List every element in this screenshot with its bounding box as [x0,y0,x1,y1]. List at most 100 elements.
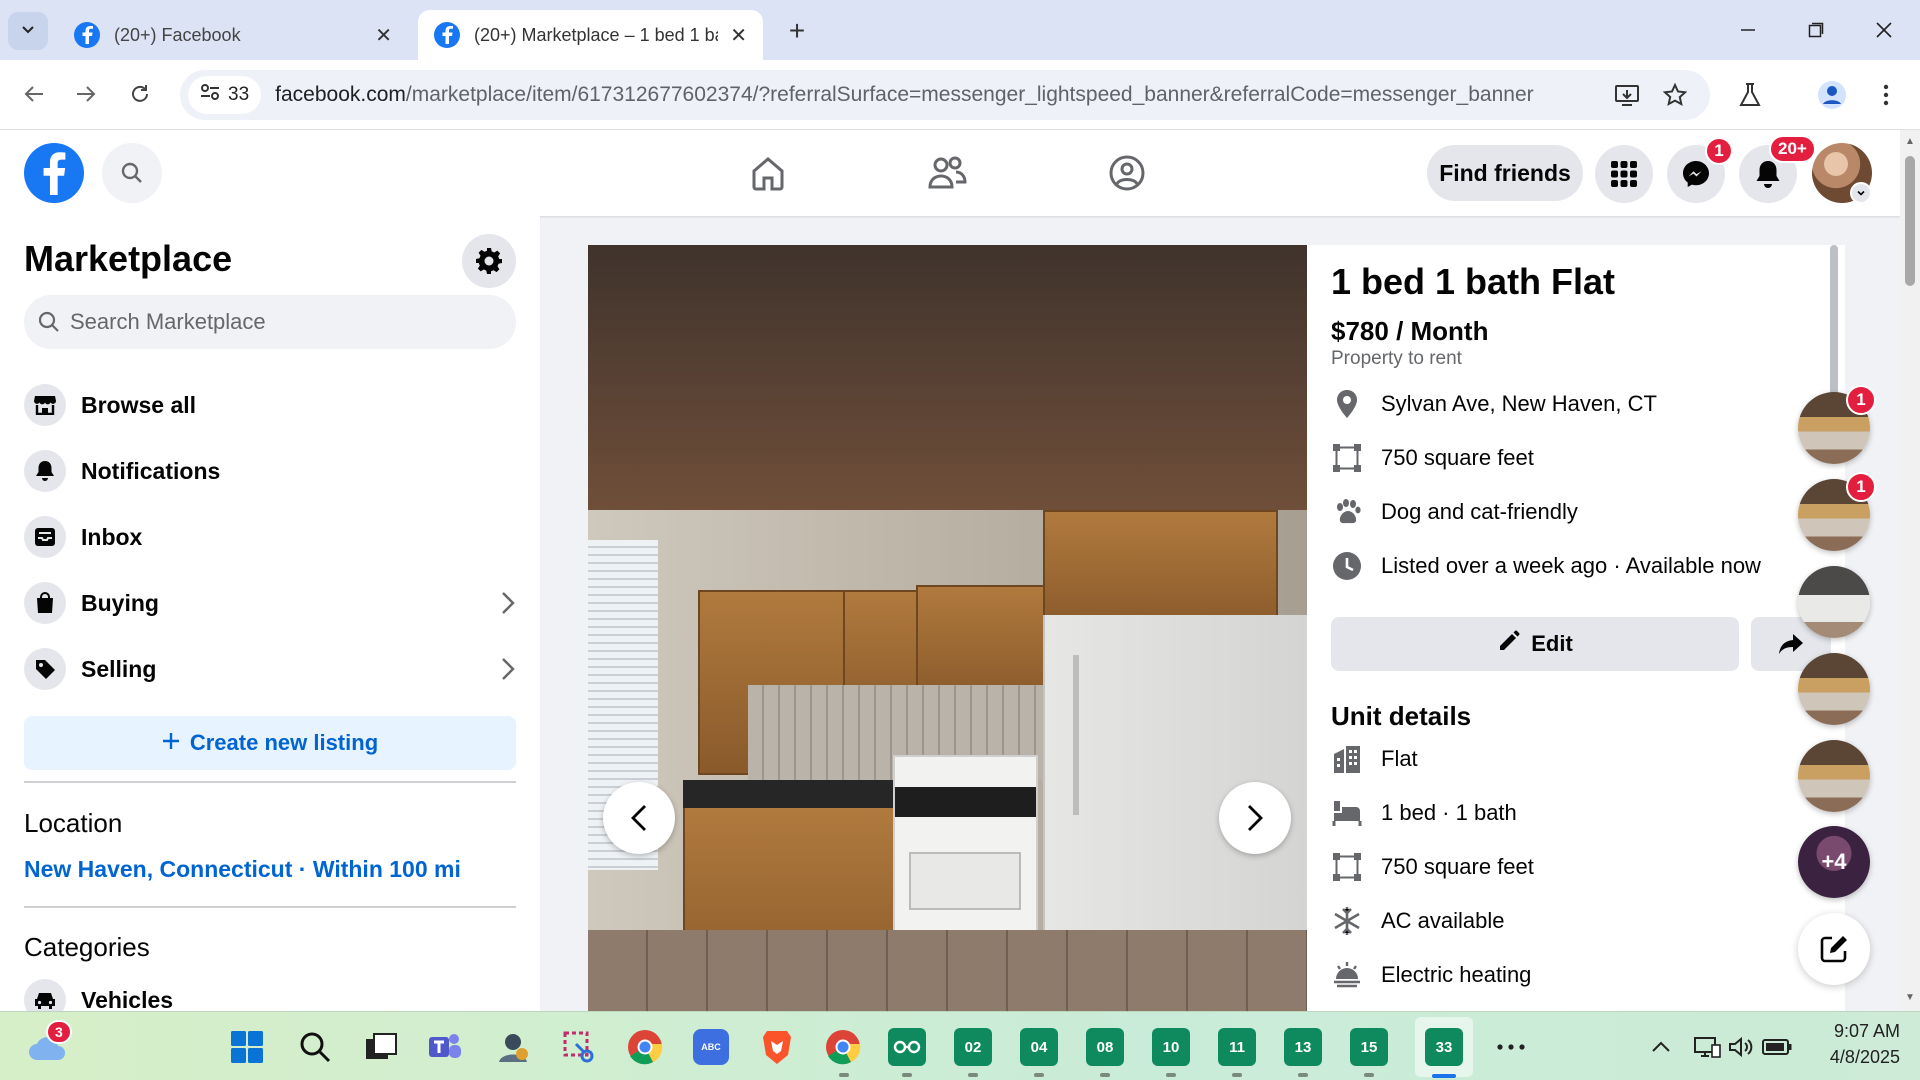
browser-toolbar: 33 facebook.com/marketplace/item/6173126… [0,60,1920,130]
taskbar-tile-08[interactable]: 08 [1084,1026,1126,1068]
taskbar-tile-10[interactable]: 10 [1150,1026,1192,1068]
forward-button[interactable] [66,74,106,114]
glasses-app-icon[interactable] [886,1026,928,1068]
previous-photo-button[interactable] [603,782,675,854]
taskbar-tile-02[interactable]: 02 [952,1026,994,1068]
unit-detail-area: 750 square feet [1331,847,1534,887]
scrollbar-thumb[interactable] [1905,156,1915,286]
show-hidden-icons-chevron-icon[interactable] [1640,1026,1682,1068]
address-bar[interactable]: 33 facebook.com/marketplace/item/6173126… [180,70,1710,120]
search-icon [121,162,142,183]
listing-photo[interactable] [588,245,1307,1011]
taskbar-tile-04[interactable]: 04 [1018,1026,1060,1068]
system-clock[interactable]: 9:07 AM 4/8/2025 [1800,1018,1900,1070]
create-new-listing-button[interactable]: Create new listing [24,716,516,770]
tag-icon [24,648,66,690]
sidebar-item-label: Buying [81,589,159,616]
sidebar-item-selling[interactable]: Selling [24,640,516,698]
reload-button[interactable] [120,74,160,114]
search-marketplace-input[interactable]: Search Marketplace [24,295,516,349]
install-app-icon[interactable] [1610,78,1644,112]
brave-browser-icon[interactable] [756,1026,798,1068]
photo-floor [588,930,1307,1011]
notifications-badge: 20+ [1769,135,1816,163]
battery-icon[interactable] [1756,1026,1798,1068]
start-button[interactable] [226,1026,268,1068]
account-chevron-icon[interactable] [1850,182,1872,204]
divider [24,906,516,908]
task-view-icon[interactable] [360,1026,402,1068]
chevron-down-icon [20,21,36,42]
chrome-profile-icon[interactable] [822,1026,864,1068]
listing-details-panel: 1 bed 1 bath Flat $780 / Month Property … [1307,245,1845,1011]
browser-tab-facebook[interactable]: (20+) Facebook ✕ [58,10,408,60]
teams-icon[interactable] [424,1026,466,1068]
chat-head-thumbnail [1798,740,1870,812]
scroll-up-icon[interactable]: ▲ [1905,136,1915,147]
taskbar-tile-15[interactable]: 15 [1348,1026,1390,1068]
category-label: Vehicles [81,986,174,1012]
new-tab-button[interactable]: + [780,14,814,48]
sidebar-item-browse-all[interactable]: Browse all [24,376,516,434]
chat-head[interactable] [1798,740,1870,812]
facebook-top-nav: Find friends 1 20+ [0,130,1900,216]
close-tab-icon[interactable]: ✕ [375,23,392,48]
site-info-button[interactable]: 33 [188,76,262,114]
chat-head[interactable] [1798,566,1870,638]
close-window-button[interactable] [1854,10,1914,50]
url-text[interactable]: facebook.com/marketplace/item/6173126776… [275,83,1533,107]
browser-menu-icon[interactable] [1866,75,1906,115]
taskbar-search-icon[interactable] [294,1026,336,1068]
find-friends-button[interactable]: Find friends [1427,145,1583,201]
proxy-app-icon[interactable]: ABC [690,1026,732,1068]
fact-text: Listed over a week ago · Available now [1381,553,1761,578]
home-nav-icon[interactable] [743,148,793,198]
taskbar-overflow-icon[interactable] [1490,1026,1532,1068]
back-button[interactable] [14,74,54,114]
next-photo-button[interactable] [1219,782,1291,854]
sidebar-item-label: Inbox [81,523,143,550]
new-message-button[interactable] [1798,913,1870,985]
taskbar-tile-11[interactable]: 11 [1216,1026,1258,1068]
marketplace-settings-button[interactable] [462,234,516,288]
chevron-right-icon [500,590,516,622]
groups-nav-icon[interactable] [1102,148,1152,198]
sidebar-item-buying[interactable]: Buying [24,574,516,632]
scroll-down-icon[interactable]: ▼ [1905,992,1915,1003]
car-icon [24,979,66,1011]
running-indicator [1364,1073,1374,1077]
weather-widget-icon[interactable]: 3 [26,1020,72,1068]
taskbar-tile-13[interactable]: 13 [1282,1026,1324,1068]
menu-grid-button[interactable] [1595,145,1653,203]
details-scrollbar[interactable] [1830,245,1838,395]
listing-type: Property to rent [1331,348,1462,369]
vpn-app-icon[interactable] [492,1026,534,1068]
messenger-button[interactable]: 1 [1667,137,1733,203]
taskbar-tile-33[interactable]: 33 [1423,1026,1465,1068]
profile-icon[interactable] [1812,75,1852,115]
chrome-icon[interactable] [624,1026,666,1068]
bookmark-star-icon[interactable] [1658,78,1692,112]
running-indicator [839,1073,849,1077]
friends-nav-icon[interactable] [922,148,972,198]
chat-head[interactable] [1798,653,1870,725]
close-tab-icon[interactable]: ✕ [730,23,747,48]
more-chats-button[interactable]: +4 [1798,826,1870,898]
notifications-button[interactable]: 20+ [1739,135,1816,203]
facebook-logo-icon[interactable] [24,143,84,203]
photo-cabinet [1043,510,1278,630]
sidebar-item-notifications[interactable]: Notifications [24,442,516,500]
edit-listing-button[interactable]: Edit [1331,617,1739,671]
restore-button[interactable] [1786,10,1846,50]
facebook-search-button[interactable] [102,143,162,203]
sidebar-item-inbox[interactable]: Inbox [24,508,516,566]
browser-tab-marketplace[interactable]: (20+) Marketplace – 1 bed 1 ba ✕ [418,10,763,60]
snipping-tool-icon[interactable] [558,1026,600,1068]
category-item-vehicles[interactable]: Vehicles [24,971,516,1011]
location-filter-link[interactable]: New Haven, Connecticut · Within 100 mi [24,856,461,883]
bell-icon [24,450,66,492]
labs-flask-icon[interactable] [1730,75,1770,115]
page-scrollbar[interactable]: ▲ ▼ [1900,130,1920,1011]
tab-search-button[interactable] [8,12,48,50]
minimize-button[interactable] [1718,10,1778,50]
